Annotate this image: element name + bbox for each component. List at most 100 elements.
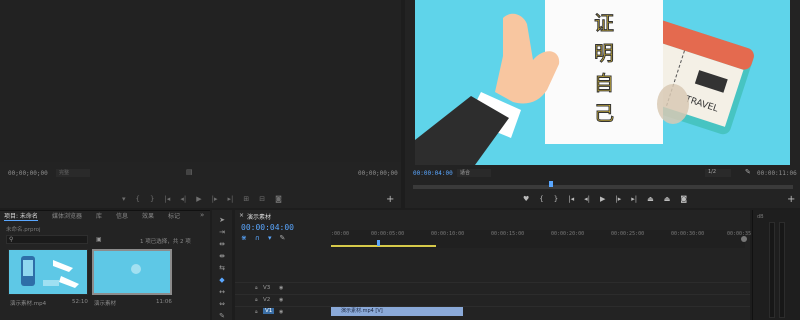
program-monitor-panel: TRAVEL 证明自己 00:00:04:00 适合 1/2 ✎ 00:00:1… <box>405 0 800 208</box>
overwrite-icon[interactable]: ⊟ <box>259 195 265 203</box>
timeline-ruler[interactable]: :00:00 00:00:05:00 00:00:10:00 00:00:15:… <box>331 230 760 248</box>
project-item-name: 演示素材 <box>94 301 117 307</box>
mark-in-icon[interactable]: ▾ <box>122 195 126 203</box>
razor-tool-icon[interactable]: ◆ <box>218 276 226 284</box>
add-button-icon[interactable]: + <box>386 194 394 205</box>
slip-tool-icon[interactable]: ↔ <box>218 288 226 296</box>
program-scrubber[interactable] <box>413 181 793 189</box>
playhead-marker[interactable] <box>377 240 380 246</box>
timeline-clip[interactable]: 演示素材.mp4 [V] <box>331 307 463 316</box>
pen-tool-icon[interactable]: ✎ <box>218 312 226 320</box>
add-marker-icon[interactable]: ▾ <box>268 234 272 242</box>
tab-effects[interactable]: 效果 <box>142 211 154 221</box>
tools-panel: ➤ ⇥ ⇹ ⇼ ⇆ ◆ ↔ ⇔ ✎ <box>212 210 232 320</box>
new-bin-icon[interactable]: ▣ <box>96 236 102 243</box>
track-v1[interactable]: 🔒︎ V1 ◉ 演示素材.mp4 [V] <box>235 306 750 318</box>
tab-project[interactable]: 项目: 未命名 <box>4 211 38 221</box>
fit-select[interactable]: 适合 <box>457 169 491 177</box>
timeline-timecode[interactable]: 00:00:04:00 <box>241 223 294 232</box>
sequence-tab[interactable]: 演示素材 <box>247 212 271 221</box>
linked-selection-icon[interactable]: ∩ <box>255 234 260 242</box>
source-timecode-left[interactable]: 00;00;00;00 <box>8 170 48 177</box>
mark-in-bracket-icon[interactable]: { <box>136 195 140 203</box>
mark-out-icon[interactable]: } <box>554 195 558 203</box>
mark-in-icon[interactable]: { <box>539 195 543 203</box>
program-timecode[interactable]: 00:00:04:00 <box>413 170 453 177</box>
snap-icon[interactable]: ⋇ <box>241 234 247 242</box>
timeline-close-icon[interactable]: × <box>239 212 244 219</box>
timeline-settings-icon[interactable]: ✎ <box>280 234 286 242</box>
source-zoom-select[interactable]: 完整 <box>56 169 90 177</box>
card-character: 明 <box>594 41 614 65</box>
track-v2[interactable]: 🔒︎ V2 ◉ <box>235 294 750 306</box>
video-frame: TRAVEL 证明自己 <box>415 0 754 165</box>
step-forward-icon[interactable]: |▸ <box>212 195 218 203</box>
ruler-label: 00:00:05:00 <box>371 231 405 237</box>
clip-label: 演示素材.mp4 [V] <box>341 308 383 314</box>
track-label: V1 <box>263 308 275 314</box>
eye-icon[interactable]: ◉ <box>279 297 283 303</box>
program-viewer[interactable]: TRAVEL 证明自己 <box>415 0 790 165</box>
export-frame-icon[interactable]: ◙ <box>680 195 687 203</box>
search-icon: ⚲ <box>9 236 14 243</box>
selection-count: 1 项已选择，共 2 项 <box>140 239 191 245</box>
work-area-bar[interactable] <box>331 245 436 247</box>
lock-icon[interactable]: 🔒︎ <box>255 297 258 303</box>
tab-markers[interactable]: 标记 <box>168 211 180 221</box>
tab-libraries[interactable]: 库 <box>96 211 102 221</box>
ruler-label: :00:00 <box>331 231 350 237</box>
export-frame-icon[interactable]: ◙ <box>275 195 282 203</box>
marker-icon[interactable]: ♥ <box>523 195 529 203</box>
playhead-indicator[interactable] <box>549 181 553 187</box>
video-thumbnail-icon <box>21 256 79 288</box>
eye-icon[interactable]: ◉ <box>279 285 283 291</box>
tab-media-browser[interactable]: 媒体浏览器 <box>52 211 82 221</box>
timeline-scroll-handle[interactable] <box>741 236 747 242</box>
mark-out-bracket-icon[interactable]: } <box>150 195 154 203</box>
slide-tool-icon[interactable]: ⇔ <box>218 300 226 308</box>
step-back-icon[interactable]: ◂| <box>180 195 186 203</box>
track-label: V2 <box>263 297 271 303</box>
ruler-label: 00:00:20:00 <box>551 231 585 237</box>
go-to-in-icon[interactable]: |◂ <box>164 195 170 203</box>
rate-stretch-tool-icon[interactable]: ⇆ <box>218 264 226 272</box>
extract-icon[interactable]: ⏏ <box>664 195 671 203</box>
hand-graphic <box>415 13 560 165</box>
settings-icon[interactable]: ▤ <box>186 168 194 176</box>
audio-meter-left <box>769 222 775 318</box>
ruler-label: 00:00:25:00 <box>611 231 645 237</box>
card-character: 己 <box>594 101 614 125</box>
project-item-thumbnail[interactable] <box>92 249 172 295</box>
play-icon[interactable]: ▶ <box>600 195 605 203</box>
quality-select[interactable]: 1/2 <box>705 169 731 177</box>
project-item-thumbnail[interactable] <box>8 249 88 295</box>
wrench-icon[interactable]: ✎ <box>745 168 751 176</box>
add-button-icon[interactable]: + <box>787 194 795 205</box>
lift-icon[interactable]: ⏏ <box>647 195 654 203</box>
go-to-in-icon[interactable]: |◂ <box>568 195 574 203</box>
insert-icon[interactable]: ⊞ <box>243 195 249 203</box>
rolling-edit-tool-icon[interactable]: ⇼ <box>218 252 226 260</box>
source-viewer[interactable] <box>0 0 401 162</box>
go-to-out-icon[interactable]: ▸| <box>227 195 233 203</box>
track-select-tool-icon[interactable]: ⇥ <box>218 228 226 236</box>
card-character: 证 <box>594 11 614 35</box>
project-search-input[interactable]: ⚲ <box>6 235 88 244</box>
step-forward-icon[interactable]: |▸ <box>615 195 621 203</box>
go-to-out-icon[interactable]: ▸| <box>631 195 637 203</box>
timeline-panel: × 演示素材 00:00:04:00 ⋇ ∩ ▾ ✎ :00:00 00:00:… <box>235 210 760 320</box>
project-item-duration: 52:10 <box>72 299 88 305</box>
source-transport-controls: ▾ { } |◂ ◂| ▶ |▸ ▸| ⊞ ⊟ ◙ <box>122 195 282 203</box>
more-panels-icon[interactable]: » <box>200 211 204 219</box>
lock-icon[interactable]: 🔒︎ <box>255 309 258 315</box>
play-icon[interactable]: ▶ <box>196 195 201 203</box>
eye-icon[interactable]: ◉ <box>279 309 283 315</box>
lock-icon[interactable]: 🔒︎ <box>255 285 258 291</box>
ruler-label: 00:00:30:00 <box>671 231 705 237</box>
track-v3[interactable]: 🔒︎ V3 ◉ <box>235 282 750 294</box>
selection-tool-icon[interactable]: ➤ <box>218 216 226 224</box>
project-filename: 未命名.prproj <box>6 227 41 233</box>
step-back-icon[interactable]: ◂| <box>584 195 590 203</box>
ripple-edit-tool-icon[interactable]: ⇹ <box>218 240 226 248</box>
tab-info[interactable]: 信息 <box>116 211 128 221</box>
